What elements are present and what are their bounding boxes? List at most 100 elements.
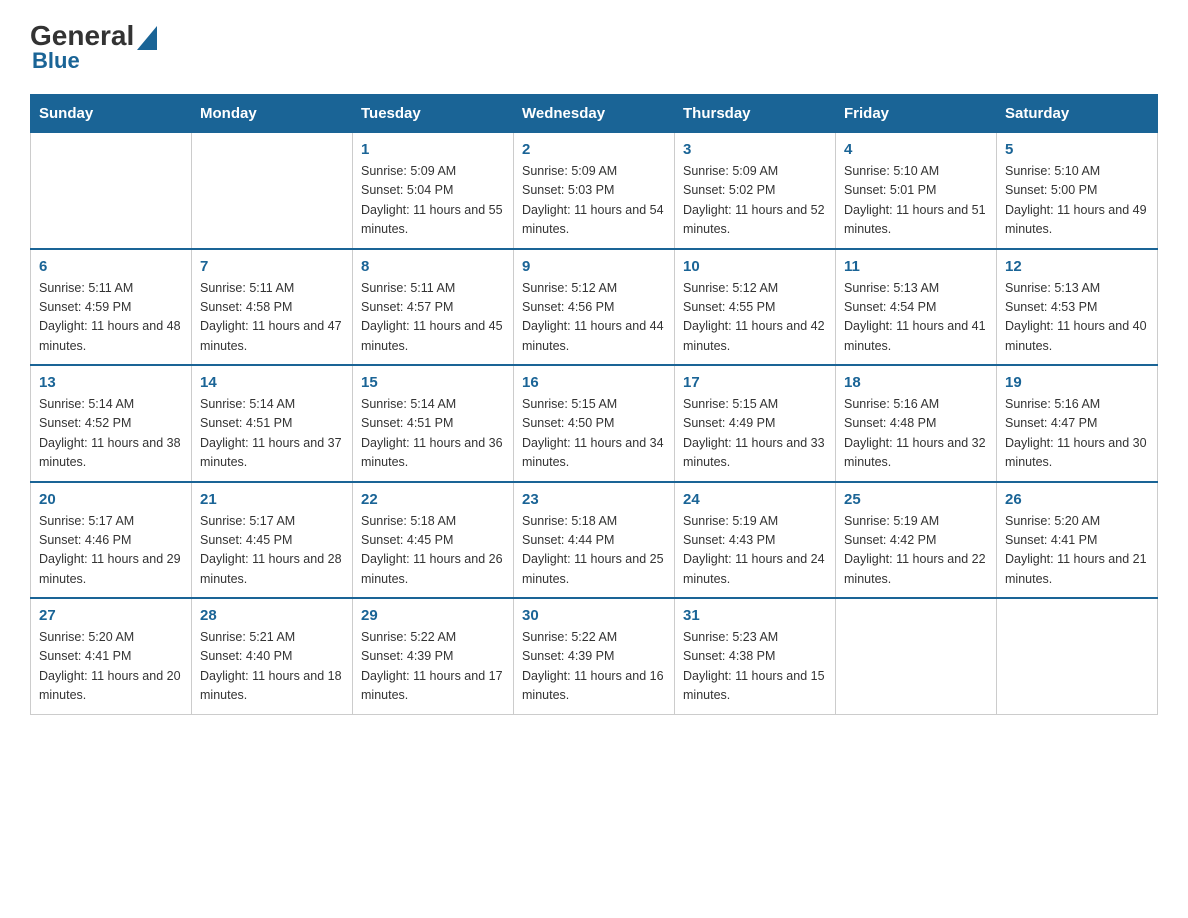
day-number: 2	[522, 141, 666, 158]
calendar-cell: 17Sunrise: 5:15 AMSunset: 4:49 PMDayligh…	[675, 365, 836, 482]
calendar-cell: 31 Sunrise: 5:23 AMSunset: 4:38 PMDayligh…	[675, 598, 836, 714]
day-info: Sunrise: 5:19 AMSunset: 4:42 PMDaylight:…	[844, 512, 988, 590]
calendar-cell	[192, 133, 353, 249]
day-number: 29	[361, 607, 505, 624]
day-info: Sunrise: 5:16 AMSunset: 4:48 PMDaylight:…	[844, 395, 988, 473]
calendar-cell: 14 Sunrise: 5:14 AMSunset: 4:51 PMDayligh…	[192, 365, 353, 482]
calendar-cell	[31, 133, 192, 249]
day-number: 5	[1005, 141, 1149, 158]
day-number: 22	[361, 491, 505, 508]
weekday-header-tuesday: Tuesday	[353, 95, 514, 133]
day-number: 14	[200, 374, 344, 391]
day-number: 6	[39, 258, 183, 275]
calendar-cell: 11 Sunrise: 5:13 AMSunset: 4:54 PMDayligh…	[836, 249, 997, 366]
day-info: Sunrise: 5:17 AMSunset: 4:45 PMDaylight:…	[200, 512, 344, 590]
calendar-cell: 23Sunrise: 5:18 AMSunset: 4:44 PMDayligh…	[514, 482, 675, 599]
weekday-header-sunday: Sunday	[31, 95, 192, 133]
day-number: 15	[361, 374, 505, 391]
calendar-cell: 15Sunrise: 5:14 AMSunset: 4:51 PMDayligh…	[353, 365, 514, 482]
day-info: Sunrise: 5:09 AMSunset: 5:02 PMDaylight:…	[683, 162, 827, 240]
calendar-week-row: 27 Sunrise: 5:20 AMSunset: 4:41 PMDayligh…	[31, 598, 1158, 714]
calendar-cell: 10 Sunrise: 5:12 AMSunset: 4:55 PMDayligh…	[675, 249, 836, 366]
day-number: 18	[844, 374, 988, 391]
day-info: Sunrise: 5:11 AMSunset: 4:58 PMDaylight:…	[200, 279, 344, 357]
weekday-header-thursday: Thursday	[675, 95, 836, 133]
calendar-cell: 9 Sunrise: 5:12 AMSunset: 4:56 PMDaylight…	[514, 249, 675, 366]
calendar-cell: 5 Sunrise: 5:10 AMSunset: 5:00 PMDaylight…	[997, 133, 1158, 249]
calendar-week-row: 6 Sunrise: 5:11 AMSunset: 4:59 PMDaylight…	[31, 249, 1158, 366]
day-info: Sunrise: 5:17 AMSunset: 4:46 PMDaylight:…	[39, 512, 183, 590]
weekday-header-saturday: Saturday	[997, 95, 1158, 133]
day-number: 21	[200, 491, 344, 508]
calendar-header-row: SundayMondayTuesdayWednesdayThursdayFrid…	[31, 95, 1158, 133]
day-number: 17	[683, 374, 827, 391]
calendar-cell: 19 Sunrise: 5:16 AMSunset: 4:47 PMDayligh…	[997, 365, 1158, 482]
calendar-week-row: 13Sunrise: 5:14 AMSunset: 4:52 PMDayligh…	[31, 365, 1158, 482]
day-number: 1	[361, 141, 505, 158]
day-info: Sunrise: 5:11 AMSunset: 4:57 PMDaylight:…	[361, 279, 505, 357]
day-info: Sunrise: 5:13 AMSunset: 4:53 PMDaylight:…	[1005, 279, 1149, 357]
day-info: Sunrise: 5:16 AMSunset: 4:47 PMDaylight:…	[1005, 395, 1149, 473]
calendar-cell: 18 Sunrise: 5:16 AMSunset: 4:48 PMDayligh…	[836, 365, 997, 482]
day-number: 11	[844, 258, 988, 275]
calendar-cell: 30 Sunrise: 5:22 AMSunset: 4:39 PMDayligh…	[514, 598, 675, 714]
day-number: 10	[683, 258, 827, 275]
day-number: 28	[200, 607, 344, 624]
calendar-cell: 20Sunrise: 5:17 AMSunset: 4:46 PMDayligh…	[31, 482, 192, 599]
day-number: 19	[1005, 374, 1149, 391]
calendar-cell: 16 Sunrise: 5:15 AMSunset: 4:50 PMDayligh…	[514, 365, 675, 482]
weekday-header-monday: Monday	[192, 95, 353, 133]
day-info: Sunrise: 5:20 AMSunset: 4:41 PMDaylight:…	[1005, 512, 1149, 590]
calendar-cell: 21 Sunrise: 5:17 AMSunset: 4:45 PMDayligh…	[192, 482, 353, 599]
day-number: 27	[39, 607, 183, 624]
calendar-cell: 27 Sunrise: 5:20 AMSunset: 4:41 PMDayligh…	[31, 598, 192, 714]
calendar-cell: 2 Sunrise: 5:09 AMSunset: 5:03 PMDaylight…	[514, 133, 675, 249]
calendar-cell: 1Sunrise: 5:09 AMSunset: 5:04 PMDaylight…	[353, 133, 514, 249]
day-info: Sunrise: 5:13 AMSunset: 4:54 PMDaylight:…	[844, 279, 988, 357]
day-info: Sunrise: 5:12 AMSunset: 4:56 PMDaylight:…	[522, 279, 666, 357]
day-number: 8	[361, 258, 505, 275]
day-info: Sunrise: 5:21 AMSunset: 4:40 PMDaylight:…	[200, 628, 344, 706]
day-number: 12	[1005, 258, 1149, 275]
day-info: Sunrise: 5:22 AMSunset: 4:39 PMDaylight:…	[522, 628, 666, 706]
day-info: Sunrise: 5:11 AMSunset: 4:59 PMDaylight:…	[39, 279, 183, 357]
calendar-cell: 25Sunrise: 5:19 AMSunset: 4:42 PMDayligh…	[836, 482, 997, 599]
day-number: 9	[522, 258, 666, 275]
calendar-cell	[997, 598, 1158, 714]
calendar-cell: 29Sunrise: 5:22 AMSunset: 4:39 PMDayligh…	[353, 598, 514, 714]
day-number: 26	[1005, 491, 1149, 508]
logo: General Blue	[30, 20, 161, 74]
day-info: Sunrise: 5:09 AMSunset: 5:03 PMDaylight:…	[522, 162, 666, 240]
day-info: Sunrise: 5:18 AMSunset: 4:45 PMDaylight:…	[361, 512, 505, 590]
calendar-cell: 4Sunrise: 5:10 AMSunset: 5:01 PMDaylight…	[836, 133, 997, 249]
weekday-header-friday: Friday	[836, 95, 997, 133]
day-number: 3	[683, 141, 827, 158]
logo-bottom-text: Blue	[32, 48, 80, 74]
calendar-cell: 8 Sunrise: 5:11 AMSunset: 4:57 PMDaylight…	[353, 249, 514, 366]
day-number: 30	[522, 607, 666, 624]
calendar-week-row: 1Sunrise: 5:09 AMSunset: 5:04 PMDaylight…	[31, 133, 1158, 249]
calendar-cell: 22 Sunrise: 5:18 AMSunset: 4:45 PMDayligh…	[353, 482, 514, 599]
day-info: Sunrise: 5:19 AMSunset: 4:43 PMDaylight:…	[683, 512, 827, 590]
day-info: Sunrise: 5:23 AMSunset: 4:38 PMDaylight:…	[683, 628, 827, 706]
day-info: Sunrise: 5:12 AMSunset: 4:55 PMDaylight:…	[683, 279, 827, 357]
day-info: Sunrise: 5:14 AMSunset: 4:51 PMDaylight:…	[200, 395, 344, 473]
day-number: 24	[683, 491, 827, 508]
day-info: Sunrise: 5:10 AMSunset: 5:00 PMDaylight:…	[1005, 162, 1149, 240]
page-header: General Blue	[30, 20, 1158, 74]
calendar-cell: 28 Sunrise: 5:21 AMSunset: 4:40 PMDayligh…	[192, 598, 353, 714]
day-info: Sunrise: 5:14 AMSunset: 4:52 PMDaylight:…	[39, 395, 183, 473]
calendar-cell: 24 Sunrise: 5:19 AMSunset: 4:43 PMDayligh…	[675, 482, 836, 599]
calendar-week-row: 20Sunrise: 5:17 AMSunset: 4:46 PMDayligh…	[31, 482, 1158, 599]
day-number: 16	[522, 374, 666, 391]
day-info: Sunrise: 5:20 AMSunset: 4:41 PMDaylight:…	[39, 628, 183, 706]
calendar-cell	[836, 598, 997, 714]
day-number: 4	[844, 141, 988, 158]
logo-triangle-icon	[137, 26, 157, 50]
calendar-cell: 6 Sunrise: 5:11 AMSunset: 4:59 PMDaylight…	[31, 249, 192, 366]
day-number: 31	[683, 607, 827, 624]
weekday-header-wednesday: Wednesday	[514, 95, 675, 133]
calendar-cell: 3 Sunrise: 5:09 AMSunset: 5:02 PMDaylight…	[675, 133, 836, 249]
day-number: 7	[200, 258, 344, 275]
day-info: Sunrise: 5:15 AMSunset: 4:50 PMDaylight:…	[522, 395, 666, 473]
